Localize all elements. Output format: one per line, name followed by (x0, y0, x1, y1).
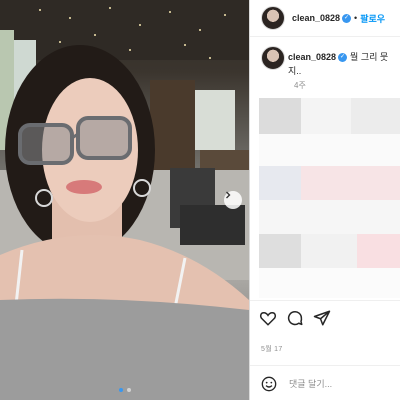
post-side-panel: clean_0828 ✓ • 팔로우 clean_0828 ✓ 뭘 그리 뭇 지..… (249, 0, 400, 400)
slide-indicator (0, 388, 249, 392)
next-slide-button[interactable] (224, 191, 242, 209)
post-photo[interactable] (0, 0, 249, 400)
slide-dot-active (118, 388, 123, 392)
caption-username[interactable]: clean_0828 (288, 52, 336, 62)
comment-input[interactable] (287, 377, 391, 390)
follow-button[interactable]: 팔로우 (360, 12, 385, 25)
chevron-right-icon (226, 191, 231, 199)
action-bar (250, 300, 400, 337)
header-username[interactable]: clean_0828 (292, 13, 340, 23)
verified-badge-icon: ✓ (338, 53, 348, 63)
instagram-post: clean_0828 ✓ • 팔로우 clean_0828 ✓ 뭘 그리 뭇 지..… (0, 0, 400, 400)
verified-badge-icon: ✓ (342, 13, 352, 23)
caption-text-1: 뭘 그리 뭇 (350, 52, 389, 62)
caption-line: clean_0828 ✓ 뭘 그리 뭇 (288, 50, 388, 63)
caption-time[interactable]: 4주 (294, 80, 306, 91)
comment-bar (250, 365, 400, 401)
header-separator: • (354, 13, 358, 23)
comment-icon[interactable] (286, 309, 304, 327)
blurred-comments-area (259, 98, 400, 298)
photo-illustration (0, 0, 249, 400)
slide-dot (126, 388, 131, 392)
post-date: 5월 17 (261, 346, 283, 353)
heart-icon[interactable] (259, 309, 277, 327)
caption-avatar[interactable] (261, 46, 285, 70)
emoji-icon[interactable] (261, 376, 277, 392)
caption-text-2: 지.. (288, 66, 302, 76)
post-header: clean_0828 ✓ • 팔로우 (250, 0, 400, 37)
profile-avatar[interactable] (261, 6, 285, 30)
share-icon[interactable] (313, 309, 331, 327)
